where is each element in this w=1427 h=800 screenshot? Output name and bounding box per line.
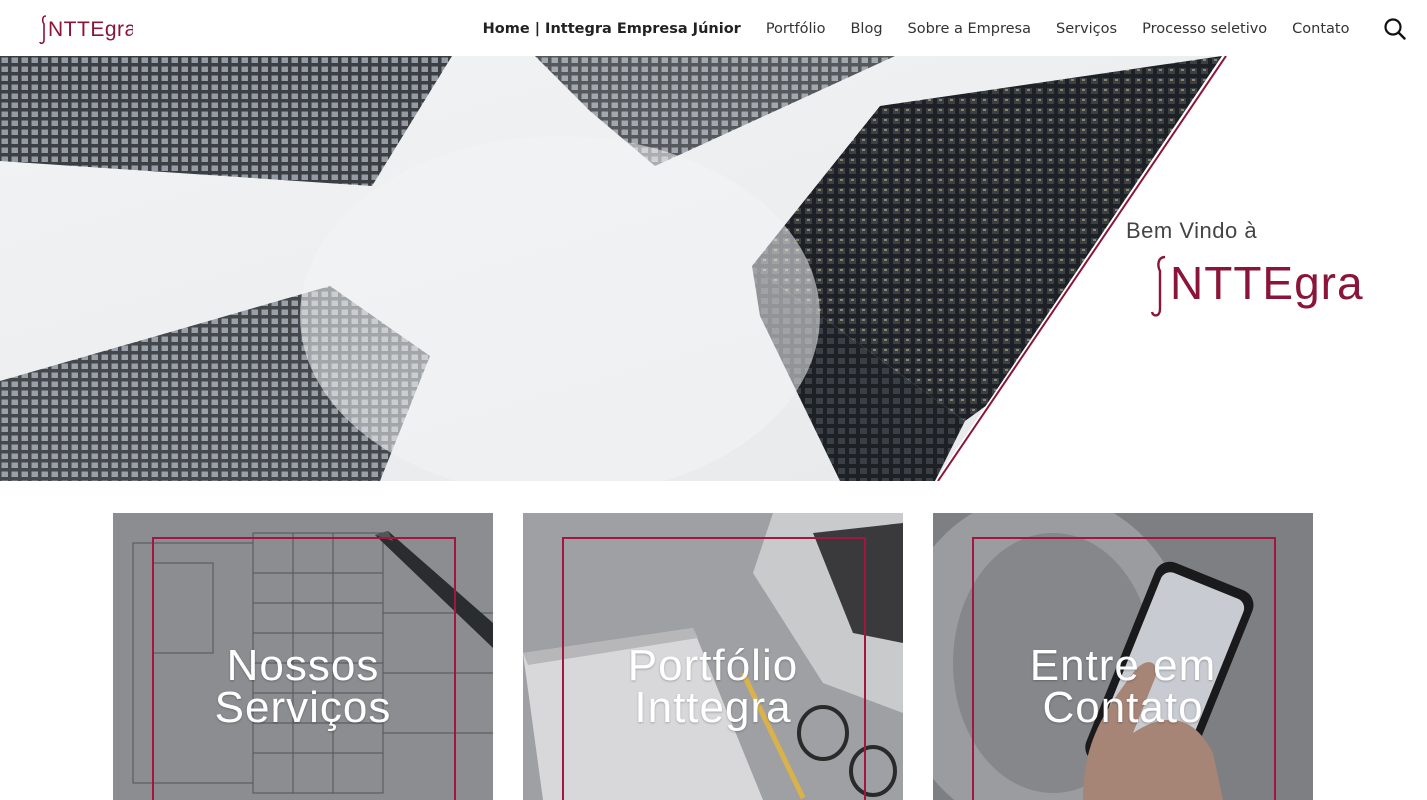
site-logo[interactable]: NTTEgra <box>38 12 133 46</box>
site-header: NTTEgra Home | Inttegra Empresa Júnior P… <box>0 0 1427 56</box>
card-portfolio-inttegra[interactable]: Portfólio Inttegra <box>523 513 903 800</box>
svg-text:NTTEgra: NTTEgra <box>1170 257 1364 309</box>
nav-servicos[interactable]: Serviços <box>1043 19 1129 39</box>
hero-welcome-text: Bem Vindo à <box>1126 218 1258 243</box>
card-title: Entre em Contato <box>1029 641 1217 732</box>
nav-sobre[interactable]: Sobre a Empresa <box>895 19 1043 39</box>
card-title: Nossos Serviços <box>214 641 392 732</box>
hero-brand-logo: NTTEgra <box>1148 251 1373 327</box>
nav-home[interactable]: Home | Inttegra Empresa Júnior <box>470 19 753 39</box>
logo-mark: NTTEgra <box>39 15 133 45</box>
svg-text:NTTEgra: NTTEgra <box>48 18 133 41</box>
hero-banner: Bem Vindo à NTTEgra <box>0 56 1427 481</box>
nav-processo-seletivo[interactable]: Processo seletivo <box>1130 19 1280 39</box>
card-nossos-servicos[interactable]: Nossos Serviços <box>113 513 493 800</box>
main-nav: Home | Inttegra Empresa Júnior Portfólio… <box>470 19 1362 39</box>
card-title: Portfólio Inttegra <box>627 641 799 732</box>
nav-portfolio[interactable]: Portfólio <box>753 19 838 39</box>
nav-blog[interactable]: Blog <box>838 19 895 39</box>
card-entre-em-contato[interactable]: Entre em Contato <box>933 513 1313 800</box>
search-icon[interactable] <box>1383 17 1407 41</box>
nav-contato[interactable]: Contato <box>1280 19 1362 39</box>
